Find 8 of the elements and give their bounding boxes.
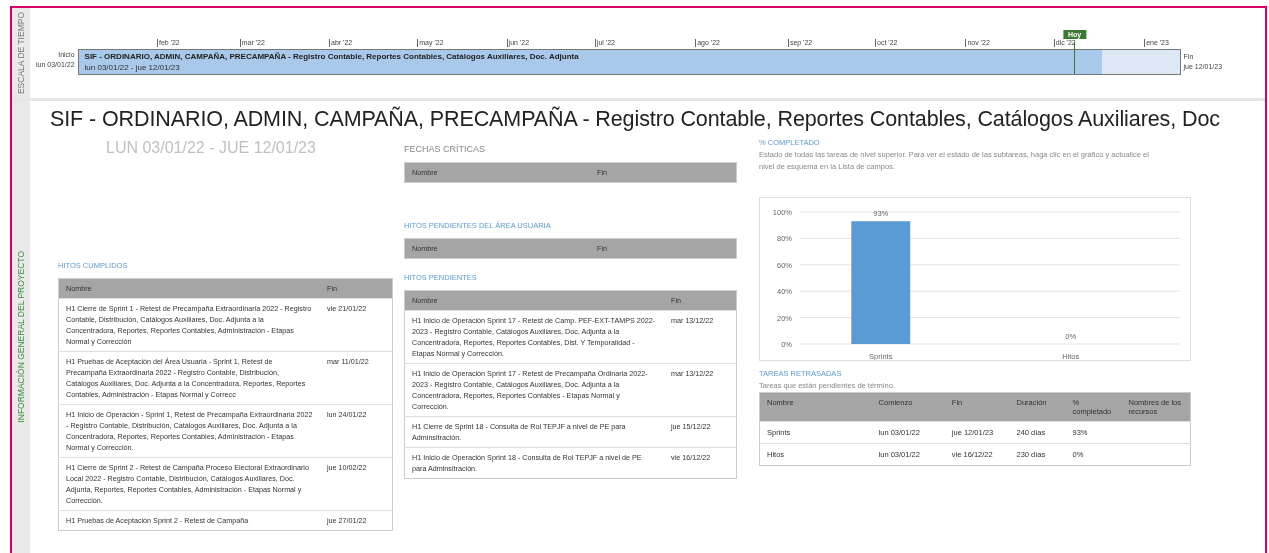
report-title: SIF - ORDINARIO, ADMIN, CAMPAÑA, PRECAMPAÑA - Registro Contable, Reportes Contables, Catálogos Auxiliares, Doc xyxy=(50,107,1221,132)
section-label: INFORMACIÓN GENERAL DEL PROYECTO xyxy=(16,251,26,423)
date-range: LUN 03/01/22 - JUE 12/01/23 xyxy=(105,139,317,157)
bar-title: SIF - ORDINARIO, ADMIN, CAMPAÑA, PRECAMPAÑA - Registro Contable, Reportes Contables, Catálogos Auxiliares, Doc. Adjunta xyxy=(84,51,580,62)
today-line xyxy=(1073,42,1075,74)
section-heading: FECHAS CRÍTICAS xyxy=(404,144,486,154)
section-label: ESCALA DE TIEMPO xyxy=(16,11,26,94)
bar-dates: lun 03/01/22 - jue 12/01/23 xyxy=(84,62,181,73)
